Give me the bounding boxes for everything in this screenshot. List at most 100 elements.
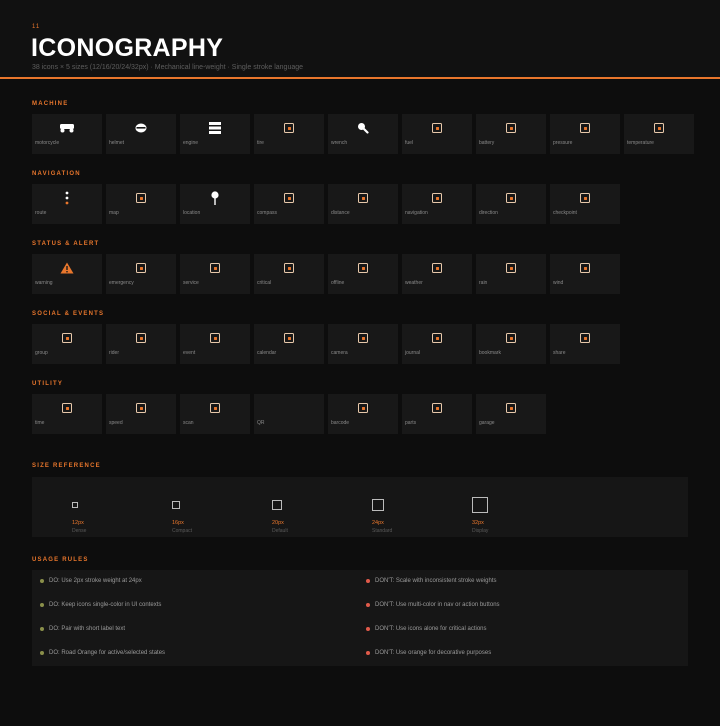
icon-card-share[interactable]: share (550, 324, 620, 364)
dont-rule-text: DON'T: Use icons alone for critical acti… (375, 626, 487, 632)
icon-card-event[interactable]: event (180, 324, 250, 364)
size-box-icon (372, 499, 384, 511)
icon-card-group[interactable]: group (32, 324, 102, 364)
icon-card-battery[interactable]: battery (476, 114, 546, 154)
icon-label: calendar (257, 350, 277, 356)
icon-card-map[interactable]: map (106, 184, 176, 224)
placeholder-icon (580, 122, 590, 134)
dont-rule: DON'T: Scale with inconsistent stroke we… (366, 578, 497, 584)
icon-card-location[interactable]: location (180, 184, 250, 224)
icon-card-tire[interactable]: tire (254, 114, 324, 154)
dont-bullet-icon (366, 579, 370, 583)
placeholder-icon (432, 402, 442, 414)
icon-row-navigation: route map location compass distance navigatio… (32, 184, 620, 224)
size-px-label: 16px (172, 520, 184, 526)
icon-card-engine[interactable]: engine (180, 114, 250, 154)
icon-card-checkpoint[interactable]: checkpoint (550, 184, 620, 224)
icon-label: helmet (109, 140, 125, 146)
icon-card-bookmark[interactable]: bookmark (476, 324, 546, 364)
do-rule-text: DO: Pair with short label text (49, 626, 126, 632)
icon-label: location (183, 210, 201, 216)
size-px-label: 24px (372, 520, 384, 526)
dont-rule-text: DON'T: Scale with inconsistent stroke we… (375, 578, 497, 584)
icon-card-time[interactable]: time (32, 394, 102, 434)
icon-card-rain[interactable]: rain (476, 254, 546, 294)
icon-card-navigation[interactable]: navigation (402, 184, 472, 224)
icon-label: rain (479, 280, 488, 286)
icon-label: route (35, 210, 47, 216)
placeholder-icon (580, 192, 590, 204)
icon-label: wind (553, 280, 564, 286)
icon-card-calendar[interactable]: calendar (254, 324, 324, 364)
icon-card-motorcycle[interactable]: motorcycle (32, 114, 102, 154)
icon-card-pressure[interactable]: pressure (550, 114, 620, 154)
section-number: 11 (32, 24, 41, 30)
page-title: ICONOGRAPHY (31, 34, 224, 62)
do-rule-text: DO: Use 2px stroke weight at 24px (49, 578, 142, 584)
do-bullet-icon (40, 603, 44, 607)
do-bullet-icon (40, 651, 44, 655)
page-subtitle: 38 icons × 5 sizes (12/16/20/24/32px) · … (32, 64, 304, 71)
icon-card-route[interactable]: route (32, 184, 102, 224)
warning-icon (60, 262, 74, 274)
icon-card-distance[interactable]: distance (328, 184, 398, 224)
icon-card-camera[interactable]: camera (328, 324, 398, 364)
icon-card-temperature[interactable]: temperature (624, 114, 694, 154)
icon-card-barcode[interactable]: barcode (328, 394, 398, 434)
placeholder-icon (506, 402, 516, 414)
icon-card-weather[interactable]: weather (402, 254, 472, 294)
size-px-label: 12px (72, 520, 84, 526)
icon-card-rider[interactable]: rider (106, 324, 176, 364)
icon-label: battery (479, 140, 495, 146)
icon-label: emergency (109, 280, 134, 286)
icon-card-speed[interactable]: speed (106, 394, 176, 434)
wrench-icon (357, 122, 369, 134)
icon-card-parts[interactable]: parts (402, 394, 472, 434)
helmet-icon (135, 122, 147, 134)
icon-card-wind[interactable]: wind (550, 254, 620, 294)
icon-label: offline (331, 280, 345, 286)
placeholder-icon (284, 262, 294, 274)
icon-label: time (35, 420, 45, 426)
usage-rules-title: USAGE RULES (32, 557, 89, 563)
do-bullet-icon (40, 579, 44, 583)
icon-card-scan[interactable]: scan (180, 394, 250, 434)
icon-card-wrench[interactable]: wrench (328, 114, 398, 154)
icon-card-service[interactable]: service (180, 254, 250, 294)
icon-card-qr[interactable]: QR (254, 394, 324, 434)
icon-card-compass[interactable]: compass (254, 184, 324, 224)
icon-label: critical (257, 280, 272, 286)
icon-label: scan (183, 420, 194, 426)
category-title-utility: UTILITY (32, 381, 64, 387)
icon-card-warning[interactable]: warning (32, 254, 102, 294)
size-reference-title: SIZE REFERENCE (32, 463, 101, 469)
icon-card-offline[interactable]: offline (328, 254, 398, 294)
icon-label: distance (331, 210, 350, 216)
dont-bullet-icon (366, 651, 370, 655)
icon-row-machine: motorcycle helmet engine tire wrench fuel batt… (32, 114, 694, 154)
engine-icon (209, 122, 221, 134)
placeholder-icon (506, 332, 516, 344)
icon-card-direction[interactable]: direction (476, 184, 546, 224)
size-box-icon (272, 500, 282, 510)
size-name-label: Compact (172, 528, 193, 534)
icon-card-journal[interactable]: journal (402, 324, 472, 364)
icon-label: speed (109, 420, 123, 426)
icon-label: camera (331, 350, 348, 356)
icon-card-garage[interactable]: garage (476, 394, 546, 434)
size-name-label: Standard (372, 528, 393, 534)
do-rule-text: DO: Road Orange for active/selected stat… (49, 650, 166, 656)
icon-label: tire (257, 140, 264, 146)
icon-card-emergency[interactable]: emergency (106, 254, 176, 294)
icon-card-helmet[interactable]: helmet (106, 114, 176, 154)
usage-rules-panel: DO: Use 2px stroke weight at 24px DO: Ke… (32, 570, 688, 666)
size-name-label: Display (472, 528, 489, 534)
location-icon (211, 191, 219, 205)
icon-card-fuel[interactable]: fuel (402, 114, 472, 154)
dont-rule: DON'T: Use icons alone for critical acti… (366, 626, 487, 632)
dont-rule-text: DON'T: Use orange for decorative purpose… (375, 650, 492, 656)
icon-label: share (553, 350, 566, 356)
placeholder-icon (210, 402, 220, 414)
placeholder-icon (358, 402, 368, 414)
icon-card-critical[interactable]: critical (254, 254, 324, 294)
